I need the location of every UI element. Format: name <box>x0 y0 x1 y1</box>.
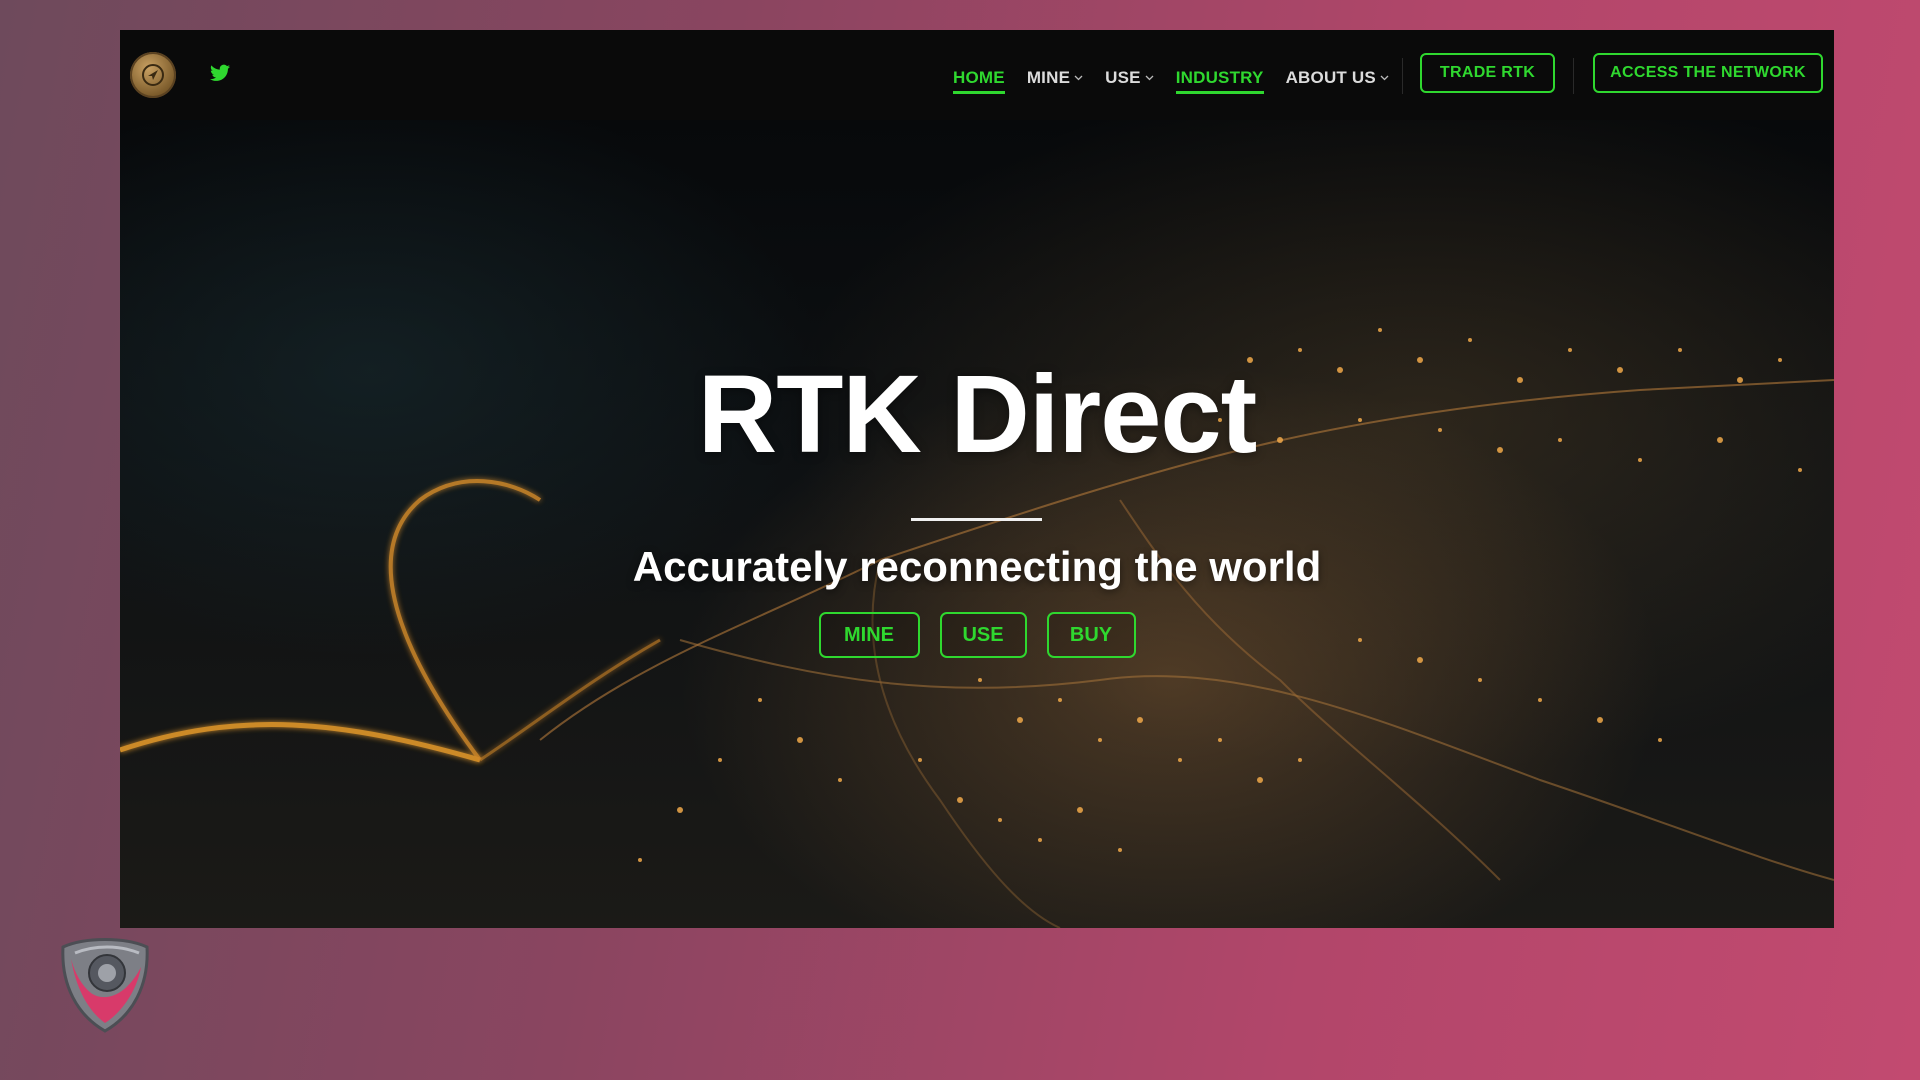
twitter-icon[interactable] <box>210 64 230 82</box>
shield-logo-icon <box>61 938 149 1033</box>
nav-divider <box>1402 58 1403 94</box>
cta-buy-button[interactable]: BUY <box>1046 612 1136 658</box>
city-lights-earth-image <box>120 328 1834 928</box>
trade-rtk-button[interactable]: TRADE RTK <box>1420 53 1555 93</box>
chevron-down-icon <box>1145 75 1154 81</box>
chevron-down-icon <box>1380 75 1389 81</box>
hero-cta-row: MINE USE BUY <box>120 612 1834 658</box>
top-navbar: HOME MINE USE INDUSTRY ABOUT US TRADE RT… <box>120 30 1834 120</box>
nav-divider <box>1573 58 1574 94</box>
rtk-coin-logo-icon[interactable] <box>130 52 176 98</box>
cta-use-button[interactable]: USE <box>939 612 1027 658</box>
hero-divider <box>911 518 1042 521</box>
nav-home-label: HOME <box>953 68 1005 87</box>
access-network-button[interactable]: ACCESS THE NETWORK <box>1593 53 1823 93</box>
nav-industry[interactable]: INDUSTRY <box>1175 68 1264 94</box>
nav-mine[interactable]: MINE <box>1027 68 1083 88</box>
hero-background-image <box>120 120 1834 928</box>
nav-links: HOME MINE USE INDUSTRY ABOUT US <box>953 66 1411 94</box>
nav-home[interactable]: HOME <box>953 68 1005 94</box>
nav-mine-label: MINE <box>1026 68 1071 87</box>
browser-viewport: HOME MINE USE INDUSTRY ABOUT US TRADE RT… <box>120 30 1834 928</box>
hero-title: RTK Direct <box>697 353 1257 476</box>
hero-subtitle: Accurately reconnecting the world <box>632 543 1322 590</box>
chevron-down-icon <box>1074 75 1083 81</box>
nav-use-label: USE <box>1105 68 1141 87</box>
nav-industry-label: INDUSTRY <box>1175 68 1264 87</box>
nav-use[interactable]: USE <box>1105 68 1154 88</box>
nav-about-us-label: ABOUT US <box>1285 68 1376 87</box>
cta-mine-button[interactable]: MINE <box>818 612 920 658</box>
nav-about-us[interactable]: ABOUT US <box>1286 68 1389 88</box>
